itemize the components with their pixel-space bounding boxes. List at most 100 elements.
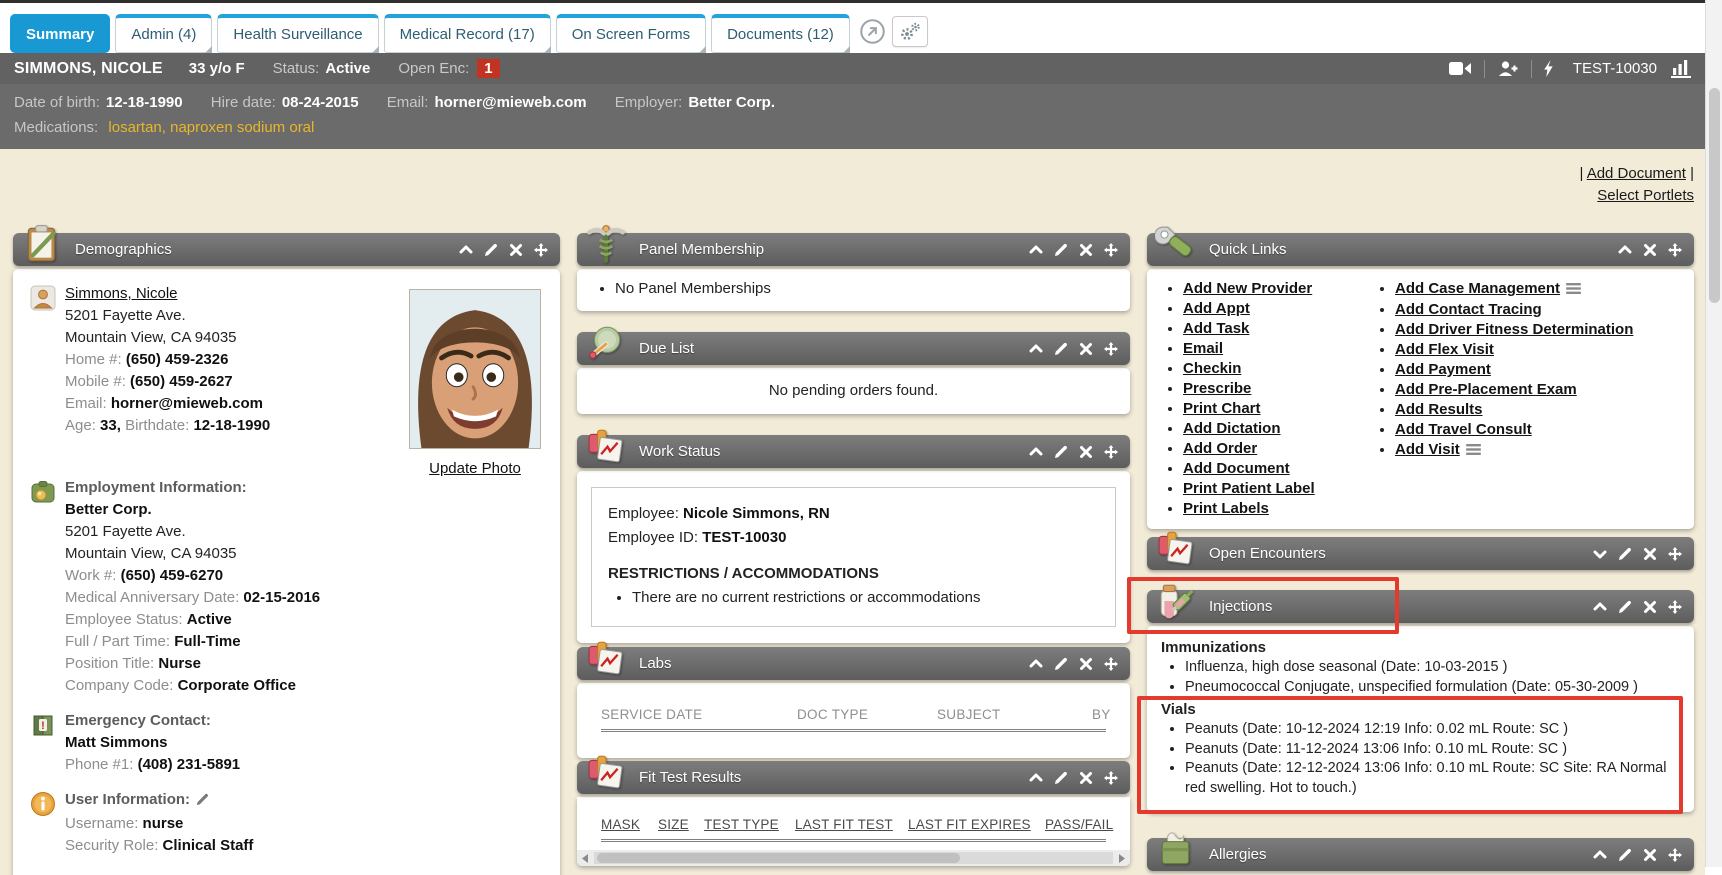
quick-link[interactable]: Add New Provider [1183, 280, 1312, 297]
column-header-link[interactable]: LAST FIT TEST [795, 817, 908, 832]
collapse-icon[interactable] [1029, 771, 1043, 785]
menu-list-icon[interactable] [1566, 280, 1581, 300]
quick-link[interactable]: Print Labels [1183, 500, 1269, 517]
collapse-icon[interactable] [1029, 243, 1043, 257]
quick-link[interactable]: Add Appt [1183, 300, 1250, 317]
edit-icon[interactable] [1054, 657, 1068, 671]
medication-link[interactable]: losartan [108, 119, 161, 136]
menu-list-icon[interactable] [1466, 441, 1481, 461]
quick-link[interactable]: Add Driver Fitness Determination [1395, 321, 1633, 338]
quick-link[interactable]: Add Results [1395, 401, 1483, 418]
close-icon[interactable] [1079, 657, 1093, 671]
add-person-icon[interactable] [1497, 60, 1519, 77]
patient-name-link[interactable]: Simmons, Nicole [65, 285, 178, 302]
column-header[interactable]: DOC TYPE [797, 707, 937, 722]
edit-icon[interactable] [1054, 771, 1068, 785]
quick-link[interactable]: Add Travel Consult [1395, 421, 1532, 438]
move-icon[interactable] [1104, 445, 1118, 459]
quick-link[interactable]: Add Flex Visit [1395, 341, 1494, 358]
close-icon[interactable] [1643, 243, 1657, 257]
move-icon[interactable] [1104, 243, 1118, 257]
close-icon[interactable] [1643, 848, 1657, 862]
column-header-link[interactable]: TEST TYPE [704, 817, 795, 832]
settings-gears-icon[interactable] [892, 16, 928, 47]
move-icon[interactable] [1668, 547, 1682, 561]
vertical-scrollbar[interactable] [1705, 0, 1722, 867]
column-header[interactable]: SUBJECT [937, 707, 1092, 722]
column-header-link[interactable]: PASS/FAIL [1045, 817, 1113, 832]
horizontal-scrollbar[interactable] [577, 850, 1130, 866]
tab-summary[interactable]: Summary [10, 14, 110, 53]
quick-link[interactable]: Add Payment [1395, 361, 1491, 378]
edit-icon[interactable] [484, 243, 498, 257]
collapse-icon[interactable] [1029, 342, 1043, 356]
quick-link[interactable]: Add Case Management [1395, 280, 1560, 297]
quick-link[interactable]: Print Patient Label [1183, 480, 1315, 497]
quick-link[interactable]: Add Order [1183, 440, 1257, 457]
move-icon[interactable] [1668, 600, 1682, 614]
move-icon[interactable] [1104, 657, 1118, 671]
scrollbar-thumb[interactable] [597, 853, 960, 863]
move-icon[interactable] [1668, 243, 1682, 257]
column-header-link[interactable]: MASK [601, 817, 658, 832]
column-header-link[interactable]: LAST FIT EXPIRES [908, 817, 1045, 832]
launch-icon[interactable] [859, 18, 886, 45]
close-icon[interactable] [509, 243, 523, 257]
tab-on-screen-forms[interactable]: On Screen Forms [556, 14, 706, 53]
move-icon[interactable] [1104, 771, 1118, 785]
video-camera-icon[interactable] [1449, 61, 1472, 76]
tab-documents[interactable]: Documents (12) [711, 14, 850, 53]
move-icon[interactable] [534, 243, 548, 257]
quick-link[interactable]: Add Task [1183, 320, 1249, 337]
tab-medical-record[interactable]: Medical Record (17) [384, 14, 551, 53]
collapse-icon[interactable] [1593, 600, 1607, 614]
close-icon[interactable] [1643, 600, 1657, 614]
quick-link[interactable]: Print Chart [1183, 400, 1261, 417]
quick-link[interactable]: Prescribe [1183, 380, 1251, 397]
immunization-item: Pneumococcal Conjugate, unspecified form… [1185, 678, 1680, 698]
quick-link[interactable]: Email [1183, 340, 1223, 357]
quick-link[interactable]: Add Dictation [1183, 420, 1281, 437]
edit-icon[interactable] [1054, 243, 1068, 257]
edit-icon[interactable] [1618, 600, 1632, 614]
quick-link[interactable]: Add Visit [1395, 441, 1460, 458]
collapse-icon[interactable] [1593, 848, 1607, 862]
column-header[interactable]: BY [1092, 707, 1111, 722]
update-photo-link[interactable]: Update Photo [429, 460, 521, 477]
medication-link[interactable]: naproxen sodium oral [170, 119, 314, 136]
tab-admin[interactable]: Admin (4) [115, 14, 212, 53]
scroll-left-arrow-icon[interactable] [577, 854, 594, 863]
collapse-icon[interactable] [1029, 657, 1043, 671]
edit-user-info-icon[interactable] [196, 793, 209, 810]
scrollbar-track[interactable] [594, 852, 1113, 864]
edit-icon[interactable] [1618, 848, 1632, 862]
add-document-link[interactable]: Add Document [1587, 165, 1686, 182]
select-portlets-link[interactable]: Select Portlets [1597, 187, 1694, 204]
column-header[interactable]: SERVICE DATE [601, 707, 797, 722]
edit-icon[interactable] [1054, 445, 1068, 459]
scroll-right-arrow-icon[interactable] [1113, 854, 1130, 863]
expand-icon[interactable] [1593, 547, 1607, 561]
close-icon[interactable] [1643, 547, 1657, 561]
collapse-icon[interactable] [1029, 445, 1043, 459]
open-encounter-badge[interactable]: 1 [477, 59, 499, 78]
edit-icon[interactable] [1054, 342, 1068, 356]
tab-health-surveillance[interactable]: Health Surveillance [217, 14, 378, 53]
lightning-icon[interactable] [1544, 60, 1555, 77]
scrollbar-thumb[interactable] [1709, 88, 1720, 303]
column-header-link[interactable]: SIZE [658, 817, 704, 832]
quick-link[interactable]: Add Contact Tracing [1395, 301, 1542, 318]
edit-icon[interactable] [1618, 547, 1632, 561]
quick-link[interactable]: Checkin [1183, 360, 1241, 377]
close-icon[interactable] [1079, 771, 1093, 785]
quick-link[interactable]: Add Pre-Placement Exam [1395, 381, 1577, 398]
quick-link[interactable]: Add Document [1183, 460, 1290, 477]
close-icon[interactable] [1079, 243, 1093, 257]
close-icon[interactable] [1079, 342, 1093, 356]
collapse-icon[interactable] [1618, 243, 1632, 257]
close-icon[interactable] [1079, 445, 1093, 459]
collapse-icon[interactable] [459, 243, 473, 257]
flowsheet-chart-icon[interactable] [1671, 60, 1691, 78]
move-icon[interactable] [1104, 342, 1118, 356]
move-icon[interactable] [1668, 848, 1682, 862]
